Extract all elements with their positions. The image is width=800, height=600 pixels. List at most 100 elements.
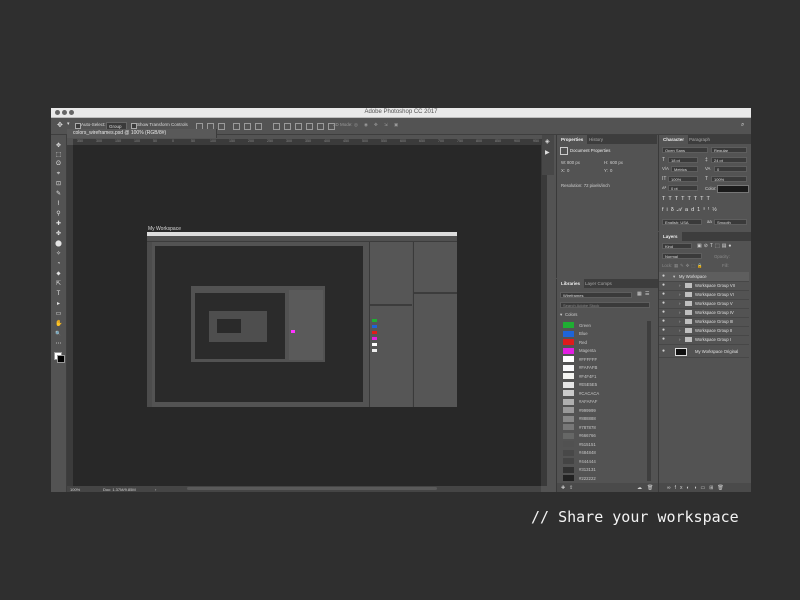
align-bottom-icon[interactable] <box>218 123 225 130</box>
tracking-field[interactable]: 0 <box>714 166 747 172</box>
blur-tool-icon[interactable]: ◔ <box>55 261 62 267</box>
faux-style-buttons[interactable]: TTTTTTTT <box>662 196 713 202</box>
visibility-eye-icon[interactable]: ● <box>662 300 665 306</box>
visibility-eye-icon[interactable]: ● <box>662 348 665 354</box>
library-color-item[interactable]: #F4F4F1 <box>557 372 647 380</box>
visibility-eye-icon[interactable]: ● <box>662 336 665 342</box>
library-color-item[interactable]: Red <box>557 338 647 346</box>
distribute-bottom-icon[interactable] <box>295 123 302 130</box>
visibility-eye-icon[interactable]: ● <box>662 282 665 288</box>
visibility-eye-icon[interactable]: ● <box>662 327 665 333</box>
library-color-item[interactable]: #222222 <box>557 474 647 481</box>
3d-roll-icon[interactable]: ◉ <box>364 122 368 128</box>
library-color-item[interactable]: Blue <box>557 330 647 338</box>
type-tool-icon[interactable]: T <box>55 291 62 297</box>
colors-group-chevron-icon[interactable]: ▾ <box>560 312 562 318</box>
3d-pan-icon[interactable]: ✥ <box>374 122 378 128</box>
library-color-item[interactable]: #FFFFFF <box>557 355 647 363</box>
visibility-eye-icon[interactable]: ● <box>662 318 665 324</box>
document-tab[interactable]: colors_wireframes.psd @ 100% (RGB/8#) <box>67 129 217 138</box>
visibility-eye-icon[interactable]: ● <box>662 291 665 297</box>
lock-icons[interactable]: ▦✎✥⬚🔒 <box>674 263 705 269</box>
3d-rotate-icon[interactable]: ◎ <box>354 122 358 128</box>
tab-layer-comps[interactable]: Layer Comps <box>581 279 616 288</box>
expand-chevron-icon[interactable]: › <box>679 328 681 333</box>
layer-filter-select[interactable]: Kind <box>662 243 692 249</box>
horizontal-scale-field[interactable]: 100% <box>711 176 747 182</box>
library-color-item[interactable]: #444444 <box>557 457 647 465</box>
library-select[interactable]: Wireframes <box>560 292 632 298</box>
font-size-field[interactable]: 18 pt <box>668 157 698 163</box>
anti-alias-select[interactable]: Smooth <box>714 219 747 225</box>
grid-view-icon[interactable]: ▦ <box>637 291 642 297</box>
edit-toolbar-icon[interactable]: ⋯ <box>55 341 62 347</box>
expand-chevron-icon[interactable]: › <box>679 319 681 324</box>
hand-tool-icon[interactable]: ✋ <box>55 321 62 327</box>
crop-tool-icon[interactable]: ⊡ <box>55 181 62 187</box>
distribute-hcenter-icon[interactable] <box>317 123 324 130</box>
distribute-left-icon[interactable] <box>306 123 313 130</box>
library-color-item[interactable]: #999999 <box>557 406 647 414</box>
healing-brush-tool-icon[interactable]: ⌇ <box>55 201 62 207</box>
3d-scale-icon[interactable]: ▣ <box>394 122 398 128</box>
layer-row-workspace-original[interactable]: ● My Workspace Original <box>659 346 749 358</box>
library-color-item[interactable]: #AFAFAF <box>557 398 647 406</box>
libraries-scrollbar[interactable] <box>647 321 651 481</box>
align-hcenter-icon[interactable] <box>244 123 251 130</box>
tab-libraries[interactable]: Libraries <box>557 279 585 288</box>
3d-slide-icon[interactable]: ⇲ <box>384 122 388 128</box>
tab-paragraph[interactable]: Paragraph <box>685 135 714 144</box>
tab-history[interactable]: History <box>585 135 607 144</box>
expand-chevron-icon[interactable]: › <box>679 301 681 306</box>
expand-chevron-icon[interactable]: ▾ <box>673 274 675 280</box>
opentype-buttons[interactable]: fiδ𝒜ad1ˢᵗ½ <box>662 207 720 214</box>
height-value[interactable]: 600 px <box>610 160 623 165</box>
tool-preset-chevron-icon[interactable]: ▾ <box>67 121 70 127</box>
vertical-scale-field[interactable]: 100% <box>668 176 698 182</box>
zoom-level[interactable]: 100% <box>70 487 80 492</box>
x-value[interactable]: 0 <box>567 168 569 173</box>
expand-chevron-icon[interactable]: › <box>679 292 681 297</box>
layer-row-group-i[interactable]: ● › Workspace Group I <box>659 335 749 345</box>
gradient-tool-icon[interactable]: ✧ <box>55 251 62 257</box>
library-color-item[interactable]: #CACACA <box>557 389 647 397</box>
background-color-swatch[interactable] <box>57 355 65 363</box>
tab-layers[interactable]: Layers <box>659 232 682 241</box>
move-tool-icon[interactable]: ✥ <box>55 143 62 149</box>
marquee-tool-icon[interactable]: ⬚ <box>55 152 62 158</box>
tab-character[interactable]: Character <box>659 135 689 144</box>
pen-tool-icon[interactable]: ⇱ <box>55 281 62 287</box>
align-right-icon[interactable] <box>255 123 262 130</box>
vertical-scrollbar[interactable] <box>541 139 547 486</box>
library-color-item[interactable]: #666766 <box>557 432 647 440</box>
eraser-tool-icon[interactable]: ⬤ <box>55 241 62 247</box>
layer-action-icons[interactable]: ∞fx◐◑▭⊞🗑 <box>667 485 728 491</box>
blend-mode-select[interactable]: Normal <box>662 253 702 259</box>
cloud-sync-icon[interactable]: ☁ <box>637 485 642 491</box>
library-color-item[interactable]: #E5E5E5 <box>557 381 647 389</box>
library-color-item[interactable]: #515151 <box>557 440 647 448</box>
library-color-item[interactable]: Magenta <box>557 347 647 355</box>
distribute-top-icon[interactable] <box>273 123 280 130</box>
move-tool-icon[interactable]: ✥ <box>57 121 63 129</box>
tab-properties[interactable]: Properties <box>557 135 588 144</box>
leading-field[interactable]: 24 pt <box>711 157 747 163</box>
language-select[interactable]: English: USA <box>662 219 702 225</box>
horizontal-scrollbar[interactable] <box>187 487 437 490</box>
visibility-eye-icon[interactable]: ● <box>662 273 665 279</box>
actions-play-icon[interactable]: ▶ <box>545 149 550 156</box>
upload-icon[interactable]: ⇪ <box>569 485 573 491</box>
quick-select-tool-icon[interactable]: ⌖ <box>55 171 62 177</box>
library-color-item[interactable]: #888888 <box>557 415 647 423</box>
font-style-select[interactable]: Regular <box>711 147 747 153</box>
lasso-tool-icon[interactable]: ʘ <box>55 161 62 167</box>
expand-chevron-icon[interactable]: › <box>679 337 681 342</box>
add-content-icon[interactable]: ✚ <box>561 485 565 491</box>
visibility-eye-icon[interactable]: ● <box>662 309 665 315</box>
y-value[interactable]: 0 <box>610 168 612 173</box>
library-color-item[interactable]: #484848 <box>557 449 647 457</box>
zoom-tool-icon[interactable]: 🔍 <box>55 331 62 337</box>
history-brush-tool-icon[interactable]: ✤ <box>55 231 62 237</box>
trash-icon[interactable]: 🗑 <box>647 485 653 491</box>
search-icon[interactable]: ⌕ <box>741 122 744 129</box>
